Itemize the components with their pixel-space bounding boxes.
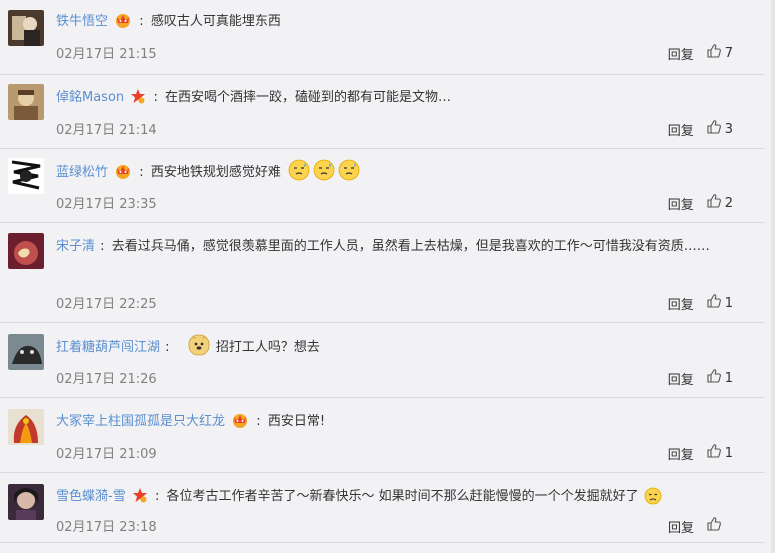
like-count: 2	[724, 195, 733, 211]
username-link[interactable]: 蓝绿松竹	[56, 165, 108, 180]
username-link[interactable]: 雪色蝶漪-雪	[56, 489, 126, 504]
thumbs-up-icon	[706, 443, 722, 463]
like-button[interactable]: 1	[706, 368, 733, 388]
comment-text: 在西安喝个酒摔一跤，磕碰到的都有可能是文物…	[164, 90, 451, 105]
comment-time: 02月17日 21:15	[56, 47, 157, 62]
reply-button[interactable]: 回复	[668, 517, 694, 536]
like-count: 3	[724, 121, 733, 137]
reply-button[interactable]: 回复	[668, 444, 694, 463]
comment-content: 雪色蝶漪-雪 : 各位考古工作者辛苦了～新春快乐～ 如果时间不那么赶能慢慢的一个…	[56, 484, 737, 515]
comment-time: 02月17日 21:14	[56, 123, 157, 138]
comment-item: 倬銘Mason : 在西安喝个酒摔一跤，磕碰到的都有可能是文物… 02月17日 …	[0, 74, 765, 149]
crown-badge	[114, 163, 132, 189]
thumbs-up-icon	[706, 119, 722, 139]
avatar[interactable]	[8, 334, 44, 370]
comment-content: 倬銘Mason : 在西安喝个酒摔一跤，磕碰到的都有可能是文物…	[56, 85, 737, 114]
scrollbar[interactable]	[771, 0, 775, 553]
like-count: 1	[724, 370, 733, 386]
comment-actions: 回复	[668, 516, 725, 536]
sweat-emoji	[288, 159, 310, 191]
doge-emoji	[188, 334, 210, 366]
comment-content: 宋子清 : 去看过兵马俑，感觉很羡慕里面的工作人员，虽然看上去枯燥，但是我喜欢的…	[56, 234, 737, 260]
thumbs-up-icon	[706, 516, 722, 536]
comment-text: 各位考古工作者辛苦了～新春快乐～ 如果时间不那么赶能慢慢的一个个发掘就好了	[166, 489, 639, 504]
comment-list: 铁牛悟空 : 感叹古人可真能埋东西 02月17日 21:15 回复 7 倬銘Ma…	[0, 0, 775, 553]
like-button[interactable]: 3	[706, 119, 733, 139]
comment-item: 大冢宰上柱国孤孤是只大红龙 : 西安日常! 02月17日 21:09 回复 1	[0, 397, 765, 473]
reply-button[interactable]: 回复	[668, 369, 694, 388]
like-count: 1	[724, 445, 733, 461]
reply-button[interactable]: 回复	[668, 294, 694, 313]
comment-text: 感叹古人可真能埋东西	[150, 14, 281, 29]
sweat-emoji	[313, 159, 335, 191]
username-link[interactable]: 宋子清	[56, 239, 95, 254]
avatar[interactable]	[8, 409, 44, 445]
comment-time: 02月17日 22:25	[56, 297, 157, 312]
colon: :	[139, 165, 144, 180]
colon: :	[154, 489, 160, 504]
username-link[interactable]: 倬銘Mason	[56, 90, 124, 105]
comment-time: 02月17日 23:18	[56, 520, 157, 535]
thumbs-up-icon	[706, 193, 722, 213]
like-button[interactable]: 1	[706, 443, 733, 463]
colon: :	[153, 90, 158, 105]
thumbs-up-icon	[706, 293, 722, 313]
comment-item: 雪色蝶漪-雪 : 各位考古工作者辛苦了～新春快乐～ 如果时间不那么赶能慢慢的一个…	[0, 472, 765, 543]
like-count: 7	[724, 45, 733, 61]
comment-text: 西安地铁规划感觉好难	[150, 165, 281, 180]
username-link[interactable]: 铁牛悟空	[56, 14, 108, 29]
comment-item: 宋子清 : 去看过兵马俑，感觉很羡慕里面的工作人员，虽然看上去枯燥，但是我喜欢的…	[0, 222, 765, 323]
reply-button[interactable]: 回复	[668, 44, 694, 63]
comment-item: 铁牛悟空 : 感叹古人可真能埋东西 02月17日 21:15 回复 7	[0, 0, 765, 75]
comment-actions: 回复 1	[668, 368, 733, 388]
comment-text: 招打工人吗？想去	[215, 340, 320, 355]
comment-actions: 回复 3	[668, 119, 733, 139]
comment-content: 铁牛悟空 : 感叹古人可真能埋东西	[56, 9, 737, 38]
like-button[interactable]: 2	[706, 193, 733, 213]
reply-button[interactable]: 回复	[668, 194, 694, 213]
crown-badge	[114, 12, 132, 38]
username-link[interactable]: 扛着糖葫芦闯江湖	[56, 340, 160, 355]
sweat-emoji	[338, 159, 360, 191]
like-count: 1	[724, 295, 733, 311]
sad-emoji	[644, 487, 662, 515]
comment-text: 去看过兵马俑，感觉很羡慕里面的工作人员，虽然看上去枯燥，但是我喜欢的工作～可惜我…	[111, 239, 710, 254]
thumbs-up-icon	[706, 368, 722, 388]
thumbs-up-icon	[706, 43, 722, 63]
avatar[interactable]	[8, 10, 44, 46]
comment-time: 02月17日 21:09	[56, 447, 157, 462]
comment-text: 西安日常!	[267, 414, 326, 429]
avatar[interactable]	[8, 158, 44, 194]
reply-button[interactable]: 回复	[668, 120, 694, 139]
comment-time: 02月17日 21:26	[56, 372, 157, 387]
star-badge	[130, 88, 146, 114]
like-button[interactable]: 7	[706, 43, 733, 63]
like-button[interactable]	[706, 516, 725, 536]
star-badge	[132, 487, 148, 513]
crown-badge	[231, 412, 249, 438]
avatar[interactable]	[8, 233, 44, 269]
colon: :	[100, 239, 105, 254]
comment-actions: 回复 2	[668, 193, 733, 213]
comment-actions: 回复 7	[668, 43, 733, 63]
comment-content: 蓝绿松竹 : 西安地铁规划感觉好难	[56, 159, 737, 191]
comment-content: 扛着糖葫芦闯江湖 : 招打工人吗？想去	[56, 334, 737, 366]
avatar[interactable]	[8, 484, 44, 520]
username-link[interactable]: 大冢宰上柱国孤孤是只大红龙	[56, 414, 225, 429]
comment-content: 大冢宰上柱国孤孤是只大红龙 : 西安日常!	[56, 409, 737, 438]
colon: :	[256, 414, 261, 429]
comment-actions: 回复 1	[668, 443, 733, 463]
comment-item: 扛着糖葫芦闯江湖 : 招打工人吗？想去 02月17日 21:26 回复 1	[0, 322, 765, 398]
like-button[interactable]: 1	[706, 293, 733, 313]
comment-time: 02月17日 23:35	[56, 197, 157, 212]
avatar[interactable]	[8, 84, 44, 120]
comment-actions: 回复 1	[668, 293, 733, 313]
colon: :	[139, 14, 144, 29]
comment-item: 蓝绿松竹 : 西安地铁规划感觉好难 02月17日 23:35 回复 2	[0, 148, 765, 223]
colon: :	[165, 340, 170, 355]
